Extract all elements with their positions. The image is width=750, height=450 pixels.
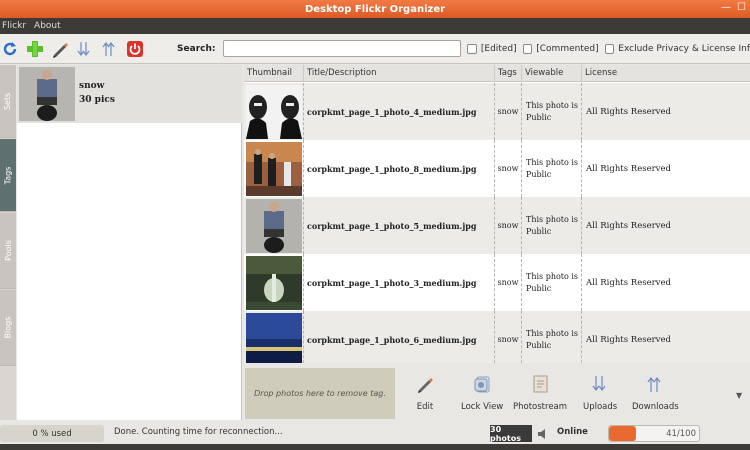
tag-count: 30 pics <box>79 95 115 105</box>
refresh-icon[interactable] <box>0 39 19 59</box>
online-status: Online <box>557 427 588 437</box>
photo-license: All Rights Reserved <box>586 334 671 345</box>
uploads-label: Uploads <box>583 402 618 412</box>
bottom-edge <box>0 444 750 450</box>
list-item[interactable]: snow 30 pics <box>17 65 242 123</box>
tab-blogs[interactable]: Blogs <box>0 290 16 366</box>
photo-tags: snow <box>495 140 522 197</box>
status-message: Done. Counting time for reconnection... <box>114 427 283 437</box>
table-row[interactable]: corpkmt_page_1_photo_8_medium.jpg snow T… <box>244 140 750 197</box>
side-tabs: Sets Tags Pools Blogs <box>0 65 16 420</box>
photo-thumbnail <box>245 255 302 310</box>
column-thumbnail[interactable]: Thumbnail <box>244 65 304 82</box>
edit-label: Edit <box>416 402 434 412</box>
menu-about[interactable]: About <box>32 21 67 31</box>
column-title[interactable]: Title/Description <box>304 65 495 82</box>
edited-checkbox[interactable] <box>467 43 477 54</box>
photostream-icon <box>529 372 551 396</box>
add-icon[interactable] <box>25 39 44 59</box>
commented-label: [Commented] <box>536 43 599 54</box>
exclude-privacy-checkbox[interactable] <box>604 43 615 54</box>
lock-view-button[interactable]: Lock View <box>461 372 503 412</box>
column-viewable[interactable]: Viewable <box>522 65 582 82</box>
photo-thumbnail <box>245 141 302 196</box>
status-bar: 0 % used Done. Counting time for reconne… <box>0 422 750 444</box>
table-row[interactable]: corpkmt_page_1_photo_6_medium.jpg snow T… <box>244 311 750 363</box>
table-row[interactable]: corpkmt_page_1_photo_3_medium.jpg snow T… <box>244 254 750 311</box>
grid-header: Thumbnail Title/Description Tags Viewabl… <box>244 65 750 82</box>
tab-pools[interactable]: Pools <box>0 213 16 289</box>
photo-thumbnail <box>245 312 302 363</box>
toolbar: Search: [Edited] [Commented] Exclude Pri… <box>0 34 750 64</box>
lock-view-label: Lock View <box>461 402 504 412</box>
storage-used: 0 % used <box>0 425 104 442</box>
photo-license: All Rights Reserved <box>586 277 671 288</box>
progress-text: 41/100 <box>666 429 696 439</box>
photo-tags: snow <box>495 197 522 254</box>
edited-label: [Edited] <box>480 43 517 54</box>
tab-sets[interactable]: Sets <box>0 65 16 138</box>
uploads-button[interactable]: Uploads <box>583 372 617 412</box>
photo-tags: snow <box>495 83 522 140</box>
photo-grid: Thumbnail Title/Description Tags Viewabl… <box>244 65 750 363</box>
photo-viewable: This photo is Public <box>522 83 582 140</box>
photostream-button[interactable]: Photostream <box>513 372 567 412</box>
photo-title: corpkmt_page_1_photo_5_medium.jpg <box>304 197 495 254</box>
photo-thumbnail <box>245 84 302 139</box>
chevron-down-icon[interactable]: ▼ <box>736 391 742 400</box>
upload-progress: 41/100 <box>608 425 700 442</box>
column-license[interactable]: License <box>582 65 750 82</box>
maximize-icon[interactable]: ☐ <box>737 2 746 13</box>
tag-list-panel: snow 30 pics <box>17 65 242 420</box>
download-icon[interactable] <box>76 39 95 59</box>
photo-license: All Rights Reserved <box>586 106 671 117</box>
menu-flickr[interactable]: Flickr <box>0 21 32 31</box>
edit-icon[interactable] <box>50 39 69 59</box>
photo-license: All Rights Reserved <box>586 220 671 231</box>
search-label: Search: <box>177 43 216 54</box>
photo-viewable: This photo is Public <box>522 197 582 254</box>
power-icon[interactable] <box>126 39 145 59</box>
pencil-icon <box>414 372 436 396</box>
commented-checkbox[interactable] <box>522 43 533 54</box>
table-row[interactable]: corpkmt_page_1_photo_5_medium.jpg snow T… <box>244 197 750 254</box>
photo-viewable: This photo is Public <box>522 254 582 311</box>
tag-name: snow <box>79 81 105 91</box>
photo-viewable: This photo is Public <box>522 311 582 363</box>
photo-tags: snow <box>495 311 522 363</box>
tag-thumbnail <box>19 67 75 121</box>
photo-title: corpkmt_page_1_photo_3_medium.jpg <box>304 254 495 311</box>
photo-title: corpkmt_page_1_photo_8_medium.jpg <box>304 140 495 197</box>
photostream-label: Photostream <box>513 402 568 412</box>
table-row[interactable]: corpkmt_page_1_photo_4_medium.jpg snow T… <box>244 83 750 140</box>
photo-title: corpkmt_page_1_photo_6_medium.jpg <box>304 311 495 363</box>
photo-license: All Rights Reserved <box>586 163 671 174</box>
downloads-button[interactable]: Downloads <box>632 372 679 412</box>
column-tags[interactable]: Tags <box>495 65 522 82</box>
downloads-label: Downloads <box>632 402 679 412</box>
photo-tags: snow <box>495 254 522 311</box>
minimize-icon[interactable]: — <box>721 2 731 13</box>
photo-thumbnail <box>245 198 302 253</box>
title-bar: Desktop Flickr Organizer — ☐ <box>0 0 750 18</box>
progress-fill <box>609 426 636 441</box>
window-title: Desktop Flickr Organizer <box>304 3 446 15</box>
exclude-privacy-label: Exclude Privacy & License Inf <box>618 43 750 54</box>
search-input[interactable] <box>223 40 462 57</box>
photo-viewable: This photo is Public <box>522 140 582 197</box>
photo-count-badge: 30 photos <box>490 425 532 443</box>
photo-title: corpkmt_page_1_photo_4_medium.jpg <box>304 83 495 140</box>
window-controls: — ☐ <box>721 2 746 13</box>
remove-tag-drop-zone[interactable]: Drop photos here to remove tag. <box>245 368 395 419</box>
lock-view-icon <box>471 372 493 396</box>
edit-button[interactable]: Edit <box>414 372 436 412</box>
speaker-icon[interactable] <box>537 428 549 440</box>
menu-bar: Flickr About <box>0 18 750 34</box>
downloads-icon <box>644 372 666 396</box>
uploads-icon <box>589 372 611 396</box>
upload-icon[interactable] <box>101 39 120 59</box>
tab-tags[interactable]: Tags <box>0 139 16 212</box>
